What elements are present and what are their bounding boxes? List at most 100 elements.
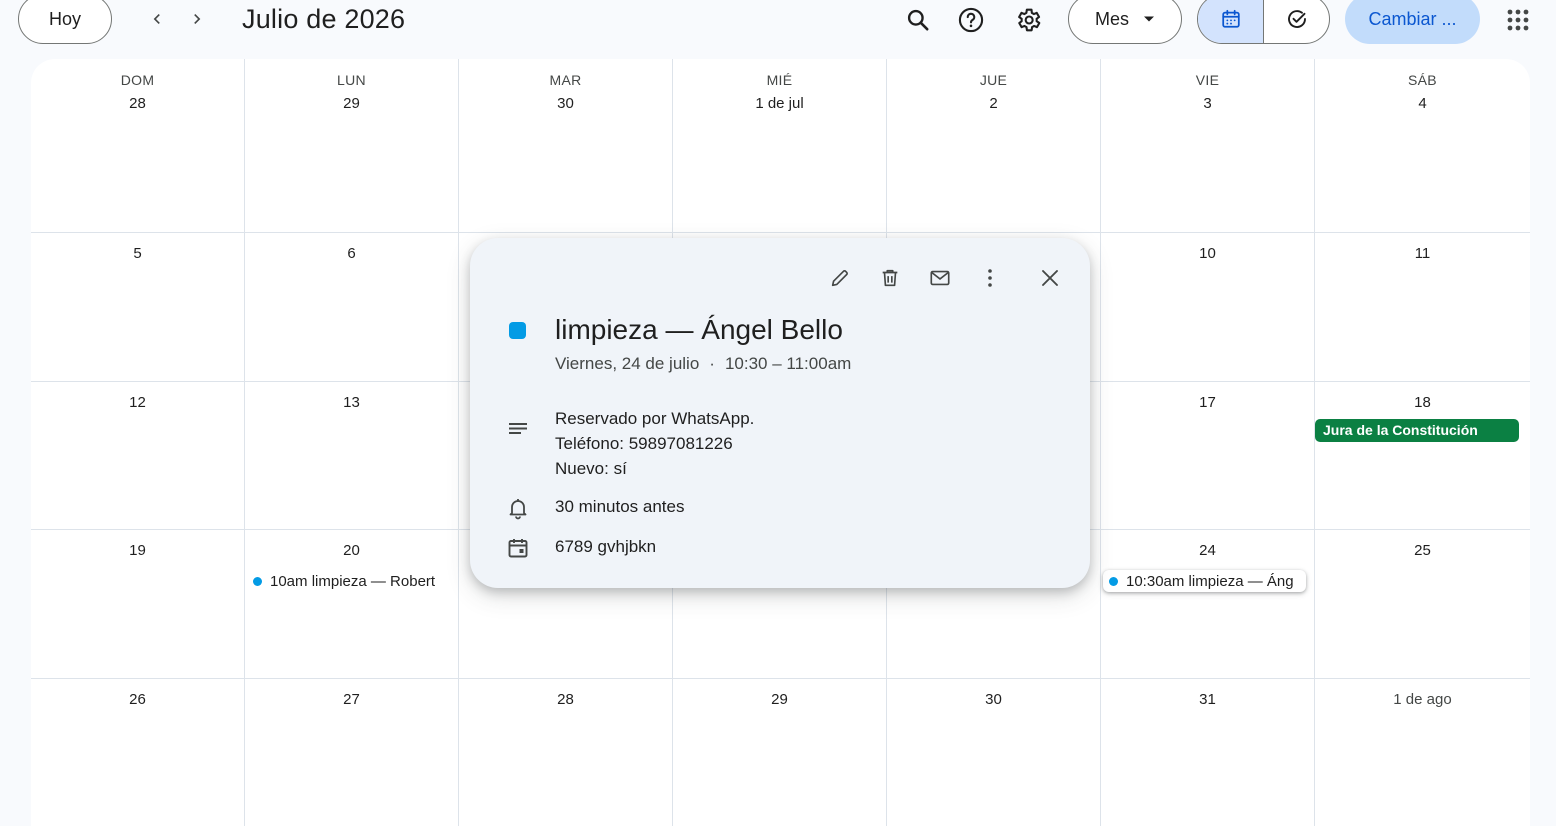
day-number[interactable]: 30 — [887, 691, 1100, 708]
tasks-view-toggle[interactable] — [1264, 0, 1329, 43]
day-cell[interactable]: 19 — [31, 530, 245, 679]
day-cell[interactable]: JUE 2 — [887, 59, 1101, 233]
event-color-dot — [253, 576, 262, 586]
day-cell[interactable]: 25 — [1315, 530, 1530, 679]
day-number[interactable]: 5 — [31, 245, 244, 262]
event-chip-angel-selected[interactable]: 10:30am limpieza — Áng — [1103, 570, 1306, 592]
day-number[interactable]: 3 — [1101, 95, 1314, 112]
delete-event-button[interactable] — [872, 260, 908, 296]
close-icon — [1042, 270, 1058, 286]
switch-button[interactable]: Cambiar ... — [1345, 0, 1480, 44]
day-cell[interactable]: VIE 3 — [1101, 59, 1315, 233]
previous-month-button[interactable] — [139, 0, 175, 38]
day-cell[interactable]: 11 — [1315, 233, 1530, 382]
day-number[interactable]: 28 — [31, 95, 244, 112]
month-title: Julio de 2026 — [242, 4, 406, 34]
event-chip-robert[interactable]: 10am limpieza — Robert — [253, 570, 435, 592]
event-time-range: 10:30 – 11:00am — [724, 354, 852, 373]
day-number[interactable]: 29 — [245, 95, 458, 112]
weekday-label: MAR — [549, 72, 582, 88]
event-datetime: Viernes, 24 de julio · 10:30 – 11:00am — [555, 354, 851, 374]
weekday-label: MIÉ — [766, 72, 793, 88]
today-button[interactable]: Hoy — [18, 0, 112, 44]
event-color-dot — [1109, 576, 1118, 586]
task-check-icon — [1287, 10, 1306, 28]
day-cell[interactable]: 1 de ago — [1315, 679, 1530, 826]
help-icon — [958, 7, 984, 33]
day-number[interactable]: 6 — [245, 245, 458, 262]
day-cell[interactable]: 27 — [245, 679, 459, 826]
day-cell[interactable]: MIÉ 1 de jul — [673, 59, 887, 233]
day-number[interactable]: 27 — [245, 691, 458, 708]
apps-grid-icon — [1507, 9, 1529, 31]
email-guests-button[interactable] — [922, 260, 958, 296]
day-number[interactable]: 4 — [1315, 95, 1530, 112]
day-number[interactable]: 24 — [1101, 542, 1314, 559]
apps-button[interactable] — [1498, 0, 1538, 40]
more-options-button[interactable] — [972, 260, 1008, 296]
day-cell[interactable]: 12 — [31, 382, 245, 530]
day-number[interactable]: 12 — [31, 394, 244, 411]
day-cell[interactable]: DOM 28 — [31, 59, 245, 233]
day-number[interactable]: 10 — [1101, 245, 1314, 262]
help-button[interactable] — [951, 0, 991, 40]
event-title: limpieza — Áng — [1188, 572, 1294, 590]
day-cell[interactable]: 18 Jura de la Constitución — [1315, 382, 1530, 530]
event-description: Reservado por WhatsApp. Teléfono: 598970… — [555, 406, 754, 481]
next-month-button[interactable] — [179, 0, 215, 38]
day-number[interactable]: 25 — [1315, 542, 1530, 559]
day-cell[interactable]: LUN 29 — [245, 59, 459, 233]
day-number[interactable]: 1 de ago — [1315, 691, 1530, 708]
day-number[interactable]: 20 — [245, 542, 458, 559]
day-cell[interactable]: 10 — [1101, 233, 1315, 382]
settings-button[interactable] — [1008, 0, 1048, 40]
day-cell[interactable]: 31 — [1101, 679, 1315, 826]
description-line: Reservado por WhatsApp. — [555, 409, 755, 428]
day-cell[interactable]: 20 10am limpieza — Robert — [245, 530, 459, 679]
day-cell[interactable]: 30 — [887, 679, 1101, 826]
day-cell[interactable]: 24 10:30am limpieza — Áng — [1101, 530, 1315, 679]
day-cell[interactable]: 13 — [245, 382, 459, 530]
view-selector-button[interactable]: Mes — [1068, 0, 1182, 44]
gear-icon — [1018, 8, 1041, 32]
day-number[interactable]: 30 — [459, 95, 672, 112]
day-number[interactable]: 2 — [887, 95, 1100, 112]
weekday-label: JUE — [979, 72, 1008, 88]
event-calendar-name: 6789 gvhjbkn — [555, 537, 657, 556]
day-number[interactable]: 17 — [1101, 394, 1314, 411]
day-number[interactable]: 13 — [245, 394, 458, 411]
edit-event-button[interactable] — [822, 260, 858, 296]
day-number[interactable]: 28 — [459, 691, 672, 708]
day-cell[interactable]: 29 — [673, 679, 887, 826]
day-cell[interactable]: SÁB 4 — [1315, 59, 1530, 233]
day-number[interactable]: 18 — [1315, 394, 1530, 411]
search-button[interactable] — [898, 0, 938, 40]
chevron-right-icon — [194, 14, 201, 24]
app-switcher — [1197, 0, 1330, 44]
day-number[interactable]: 1 de jul — [673, 95, 886, 112]
calendar-icon — [508, 539, 528, 558]
event-details-popup: limpieza — Ángel Bello Viernes, 24 de ju… — [470, 238, 1090, 588]
event-title: limpieza — Ángel Bello — [555, 314, 843, 345]
calendar-view-toggle[interactable] — [1198, 0, 1264, 43]
day-number[interactable]: 26 — [31, 691, 244, 708]
day-cell[interactable]: 28 — [459, 679, 673, 826]
day-cell[interactable]: 6 — [245, 233, 459, 382]
day-number[interactable]: 31 — [1101, 691, 1314, 708]
day-number[interactable]: 29 — [673, 691, 886, 708]
close-popup-button[interactable] — [1032, 260, 1068, 296]
day-cell[interactable]: 5 — [31, 233, 245, 382]
day-cell[interactable]: 26 — [31, 679, 245, 826]
description-line: Teléfono: 59897081226 — [555, 434, 733, 453]
day-number[interactable]: 11 — [1315, 245, 1530, 262]
description-line: Nuevo: sí — [555, 459, 627, 478]
day-cell[interactable]: MAR 30 — [459, 59, 673, 233]
day-cell[interactable]: 17 — [1101, 382, 1315, 530]
weekday-label: SÁB — [1408, 72, 1437, 88]
weekday-label: VIE — [1195, 72, 1220, 88]
search-icon — [907, 9, 929, 31]
event-time: 10:30am — [1126, 572, 1185, 590]
day-number[interactable]: 19 — [31, 542, 244, 559]
view-selector-label: Mes — [1094, 8, 1129, 29]
holiday-event-chip[interactable]: Jura de la Constitución — [1315, 419, 1519, 442]
